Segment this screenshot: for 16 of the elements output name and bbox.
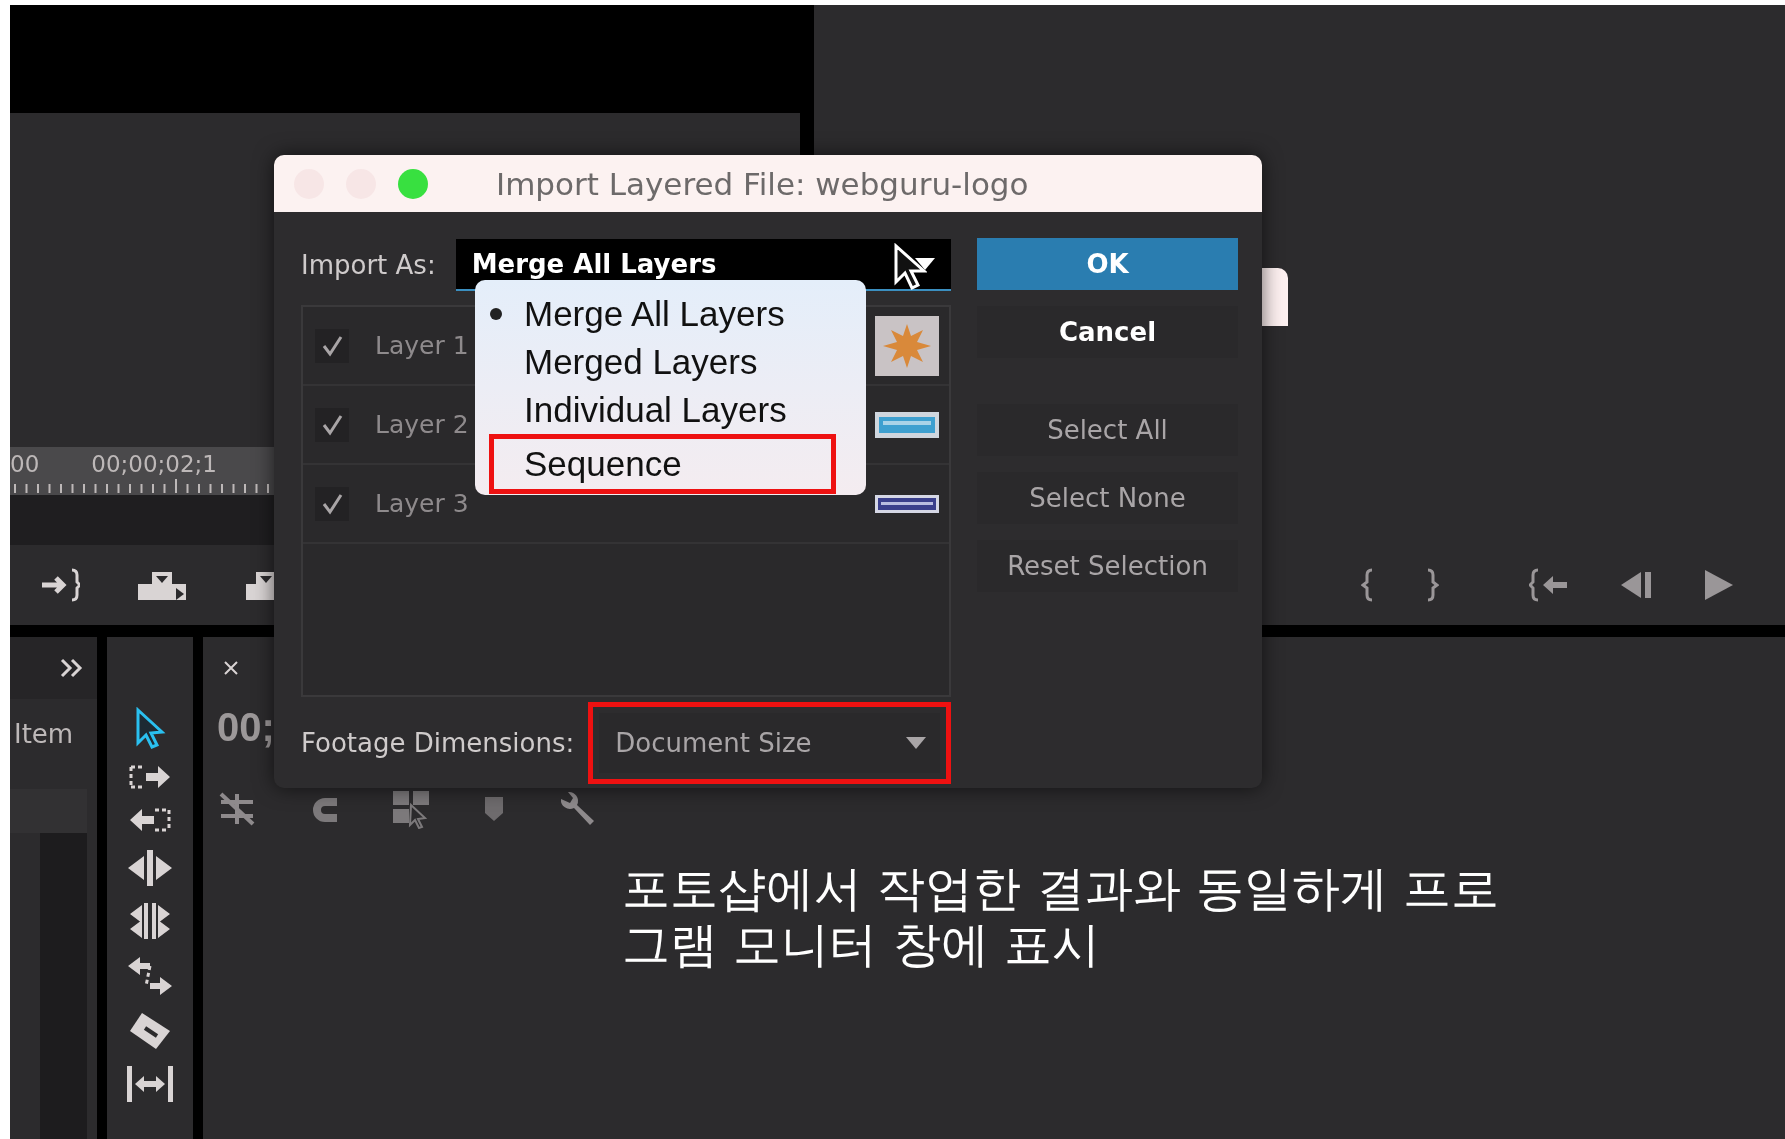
timecode: 00 [10,451,40,477]
window-title: Import Layered File: webguru-logo [496,165,1029,202]
menu-item[interactable]: Merged Layers [475,338,836,386]
ok-button[interactable]: OK [977,238,1238,290]
menu-item[interactable]: Merge All Layers [475,290,836,338]
timecode: 00;00;02;1 [91,451,217,477]
menu-item[interactable]: Individual Layers [475,386,836,434]
menu-item[interactable]: Sequence [489,434,836,494]
column-label: Item [14,719,74,749]
layer-name: Layer 3 [375,489,469,518]
layer-name: Layer 2 [375,410,469,439]
layer-name: Layer 1 [375,331,469,360]
timecode: 00; [217,704,275,751]
subtitle-caption: 포토샵에서 작업한 결과와 동일하게 프로 그램 모니터 창에 표시 [622,860,1500,972]
field-label: Import As: [301,250,436,280]
field-label: Footage Dimensions: [301,728,575,758]
